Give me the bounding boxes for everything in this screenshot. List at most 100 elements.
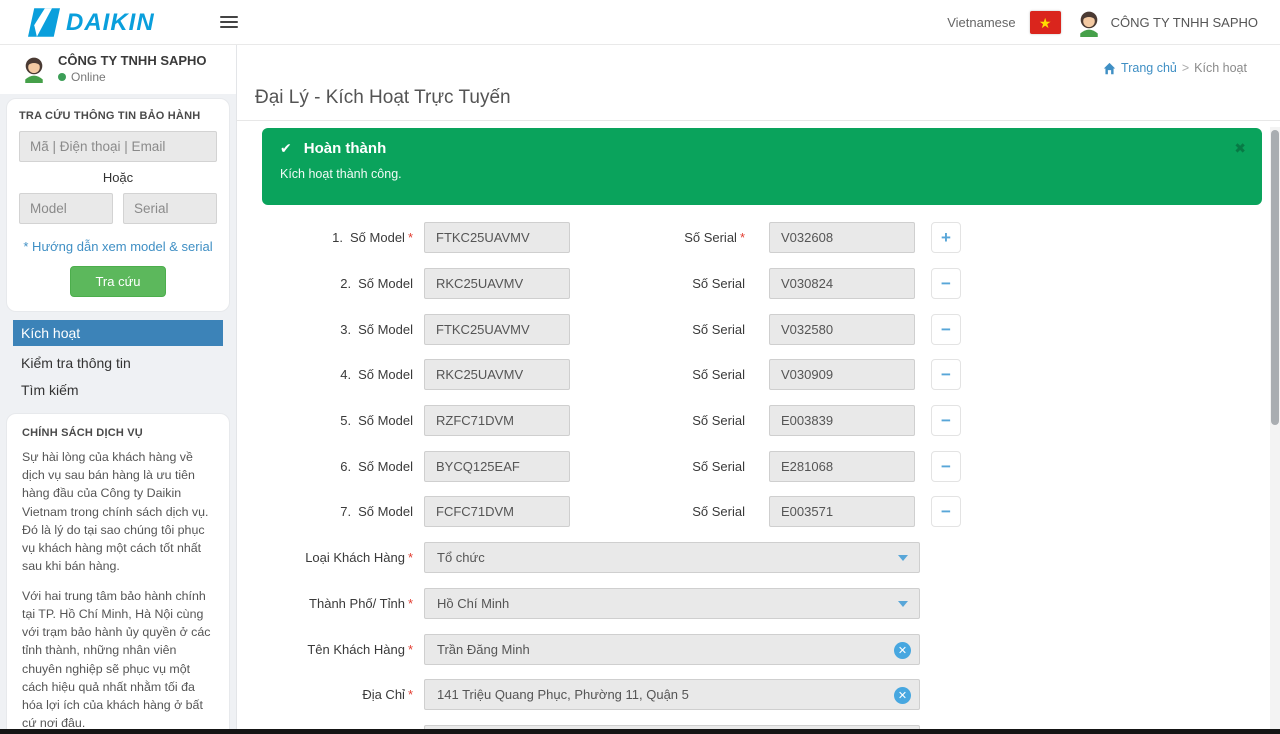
alert-close-icon[interactable]: ✖	[1234, 140, 1246, 157]
sidebar: CÔNG TY TNHH SAPHO Online TRA CỨU THÔNG …	[0, 45, 237, 734]
online-dot-icon	[58, 73, 66, 81]
model-label: 3.Số Model	[237, 322, 413, 337]
required-marker: *	[408, 230, 413, 245]
model-serial-guide-link[interactable]: * Hướng dẫn xem model & serial	[19, 239, 217, 254]
remove-row-button[interactable]: −	[931, 359, 961, 390]
product-row: 2.Số Model Số Serial −	[237, 261, 1280, 307]
address-label: Địa Chỉ*	[237, 687, 413, 702]
alert-message: Kích hoạt thành công.	[280, 167, 1244, 181]
required-marker: *	[408, 642, 413, 657]
remove-row-button[interactable]: −	[931, 314, 961, 345]
model-input[interactable]	[424, 268, 570, 299]
customer-type-select[interactable]: Tổ chức	[424, 542, 920, 573]
serial-search-input[interactable]	[123, 193, 217, 224]
code-phone-email-input[interactable]	[19, 131, 217, 162]
model-label: 7.Số Model	[237, 504, 413, 519]
clear-field-icon[interactable]: ✕	[894, 642, 911, 659]
sidebar-user-card: CÔNG TY TNHH SAPHO Online	[0, 45, 236, 94]
sidebar-item-kiem-tra-thong-tin[interactable]: Kiểm tra thông tin	[13, 350, 223, 376]
alert-title: Hoàn thành	[304, 140, 387, 157]
brand-text: DAIKIN	[66, 9, 155, 37]
breadcrumb: Trang chủ > Kích hoạt	[1103, 61, 1247, 75]
model-input[interactable]	[424, 314, 570, 345]
required-marker: *	[408, 596, 413, 611]
serial-label: Số Serial	[570, 276, 745, 291]
language-label[interactable]: Vietnamese	[947, 15, 1015, 30]
remove-row-button[interactable]: −	[931, 451, 961, 482]
vietnam-flag-icon[interactable]: ★	[1030, 11, 1061, 34]
hamburger-icon[interactable]	[220, 13, 238, 31]
top-bar: DAIKIN Vietnamese ★ CÔNG TY TNHH SAPHO	[0, 0, 1280, 45]
model-input[interactable]	[424, 496, 570, 527]
serial-input[interactable]	[769, 222, 915, 253]
user-menu[interactable]: CÔNG TY TNHH SAPHO	[1075, 9, 1258, 37]
model-input[interactable]	[424, 405, 570, 436]
main-content: Trang chủ > Kích hoạt Đại Lý - Kích Hoạt…	[237, 45, 1280, 734]
topbar-right: Vietnamese ★ CÔNG TY TNHH SAPHO	[947, 0, 1258, 45]
sidebar-avatar-icon	[20, 55, 48, 83]
product-row: 5.Số Model Số Serial −	[237, 398, 1280, 444]
field-row: Thành Phố/ Tỉnh* Hồ Chí Minh	[237, 581, 1280, 627]
serial-input[interactable]	[769, 268, 915, 299]
field-row: Tên Khách Hàng* Trần Đăng Minh ✕	[237, 626, 1280, 672]
breadcrumb-home-link[interactable]: Trang chủ	[1121, 61, 1177, 75]
remove-row-button[interactable]: −	[931, 268, 961, 299]
home-icon	[1103, 62, 1116, 75]
required-marker: *	[408, 550, 413, 565]
vertical-scrollbar-thumb[interactable]	[1271, 130, 1279, 425]
model-label: 4.Số Model	[237, 367, 413, 382]
remove-row-button[interactable]: −	[931, 405, 961, 436]
serial-input[interactable]	[769, 451, 915, 482]
serial-input[interactable]	[769, 405, 915, 436]
customer-name-label: Tên Khách Hàng*	[237, 642, 413, 657]
model-input[interactable]	[424, 451, 570, 482]
model-label: 6.Số Model	[237, 459, 413, 474]
serial-input[interactable]	[769, 359, 915, 390]
add-row-button[interactable]: +	[931, 222, 961, 253]
sidebar-item-kich-hoat[interactable]: Kích hoạt	[13, 320, 223, 346]
policy-paragraph-2: Với hai trung tâm bảo hành chính tại TP.…	[22, 587, 214, 733]
user-avatar-icon	[1075, 9, 1103, 37]
model-search-input[interactable]	[19, 193, 113, 224]
chevron-down-icon	[898, 555, 908, 561]
serial-label: Số Serial	[570, 504, 745, 519]
customer-name-input[interactable]: Trần Đăng Minh ✕	[424, 634, 920, 665]
required-marker: *	[408, 687, 413, 702]
serial-label: Số Serial	[570, 322, 745, 337]
serial-input[interactable]	[769, 314, 915, 345]
required-marker: *	[740, 230, 745, 245]
policy-paragraph-1: Sự hài lòng của khách hàng về dịch vụ sa…	[22, 448, 214, 576]
online-status: Online	[58, 70, 207, 84]
serial-input[interactable]	[769, 496, 915, 527]
model-input[interactable]	[424, 222, 570, 253]
page-title: Đại Lý - Kích Hoạt Trực Tuyến	[255, 87, 511, 109]
address-input[interactable]: 141 Triệu Quang Phục, Phường 11, Quận 5 …	[424, 679, 920, 710]
product-row: 3.Số Model Số Serial −	[237, 306, 1280, 352]
model-label: 5.Số Model	[237, 413, 413, 428]
daikin-logo[interactable]: DAIKIN	[28, 8, 155, 37]
policy-title: CHÍNH SÁCH DỊCH VỤ	[22, 427, 214, 439]
search-panel-title: TRA CỨU THÔNG TIN BẢO HÀNH	[19, 110, 217, 122]
warranty-search-panel: TRA CỨU THÔNG TIN BẢO HÀNH Hoặc * Hướng …	[6, 98, 230, 312]
clear-field-icon[interactable]: ✕	[894, 687, 911, 704]
model-label: 1.Số Model*	[237, 230, 413, 245]
product-row: 6.Số Model Số Serial −	[237, 443, 1280, 489]
sidebar-item-tim-kiem[interactable]: Tìm kiếm	[13, 377, 223, 403]
serial-label: Số Serial	[570, 367, 745, 382]
breadcrumb-separator: >	[1182, 61, 1189, 75]
product-row: 1.Số Model* Số Serial* +	[237, 215, 1280, 261]
serial-label: Số Serial*	[570, 230, 745, 245]
search-button[interactable]: Tra cứu	[70, 266, 165, 297]
daikin-logo-icon	[28, 8, 60, 37]
sidebar-menu: Kích hoạt Kiểm tra thông tin Tìm kiếm	[0, 320, 236, 403]
service-policy-panel: CHÍNH SÁCH DỊCH VỤ Sự hài lòng của khách…	[6, 413, 230, 734]
field-row: Loại Khách Hàng* Tổ chức	[237, 535, 1280, 581]
city-select[interactable]: Hồ Chí Minh	[424, 588, 920, 619]
model-input[interactable]	[424, 359, 570, 390]
product-row: 7.Số Model Số Serial −	[237, 489, 1280, 535]
remove-row-button[interactable]: −	[931, 496, 961, 527]
customer-type-label: Loại Khách Hàng*	[237, 550, 413, 565]
check-icon: ✔	[280, 140, 292, 157]
sidebar-user-name: CÔNG TY TNHH SAPHO	[58, 53, 207, 68]
breadcrumb-current: Kích hoạt	[1194, 61, 1247, 75]
